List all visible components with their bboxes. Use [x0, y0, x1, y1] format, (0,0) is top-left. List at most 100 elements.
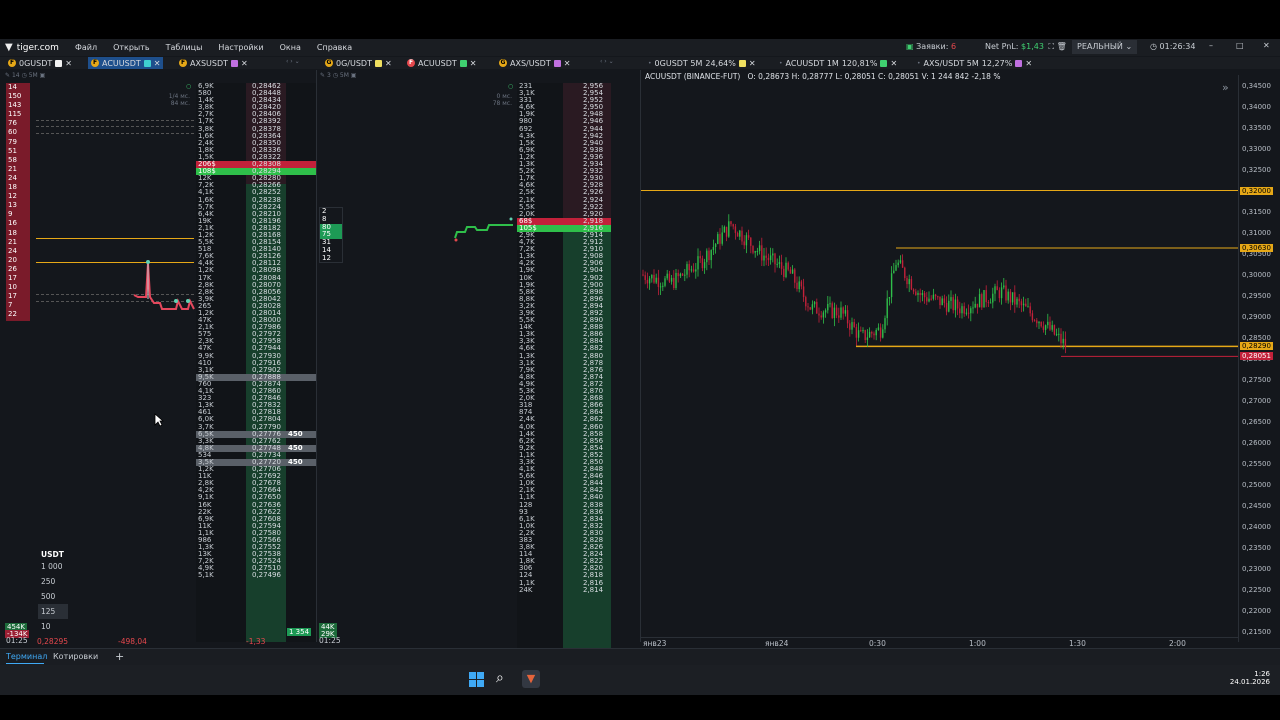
guide-line — [36, 120, 194, 121]
windows-start-icon[interactable] — [469, 672, 484, 687]
menu-open[interactable]: Открыть — [113, 43, 150, 52]
tab-terminal[interactable]: Терминал — [6, 649, 47, 664]
close-button[interactable]: ✕ — [1263, 41, 1270, 50]
usdt-option[interactable]: 10 — [38, 619, 68, 634]
tab-chart-acuusdt[interactable]: • ACUUSDT 1M 120,81% ✕ — [776, 57, 900, 69]
tab-scroll-arrows-2[interactable]: ‹ › ⌄ — [600, 58, 614, 65]
price-chart[interactable] — [641, 75, 1238, 642]
candle — [846, 310, 849, 324]
orderbook-row[interactable]: 24K 2,814 — [517, 586, 611, 594]
minimize-button[interactable]: – — [1209, 41, 1213, 50]
candle — [1044, 325, 1047, 330]
limit-order-size[interactable]: 450 — [288, 430, 303, 438]
candle — [838, 315, 840, 318]
limit-order-size[interactable]: 450 — [288, 444, 303, 452]
tab-chart-0gusdt[interactable]: • 0GUSDT 5M 24,64% ✕ — [645, 57, 759, 69]
close-icon[interactable]: ✕ — [470, 59, 477, 68]
maximize-button[interactable]: □ — [1236, 41, 1244, 50]
latency: 0 мс. 78 мс. — [472, 93, 512, 107]
price-tag-level_low: 0,28290 — [1240, 342, 1273, 351]
trade-count: 18 — [8, 228, 17, 237]
candle — [1029, 306, 1031, 314]
candle — [721, 232, 723, 244]
tab-pct: 24,64% — [705, 58, 736, 68]
search-icon[interactable]: ⌕ — [496, 670, 504, 686]
candle — [849, 323, 851, 330]
left-panel-toolbar[interactable]: ✎ 14 ◷ 5M ▣ — [5, 72, 45, 79]
price-tick: 0,33000 — [1242, 144, 1271, 153]
candle — [1000, 287, 1003, 299]
usdt-option[interactable]: 1 000 — [38, 559, 68, 574]
orderbook-row[interactable]: 5,1K 0,27496 — [196, 572, 316, 579]
close-icon[interactable]: ✕ — [1025, 59, 1032, 68]
candle — [677, 272, 679, 277]
close-icon[interactable]: ✕ — [241, 59, 248, 68]
orderbook-rows[interactable]: 231 2,956 3,1K 2,954 331 2,952 4,6K 2,950 1,9K 2,… — [517, 83, 611, 594]
expand-icon[interactable]: ⛶ — [1049, 42, 1055, 51]
tool-icon[interactable]: ✎ — [320, 72, 325, 79]
tiger-app-icon[interactable]: ▼ — [522, 670, 540, 688]
mid-panel-toolbar[interactable]: ✎ 3 ◷ 5M ▣ — [320, 72, 356, 79]
menu-windows[interactable]: Окна — [280, 43, 301, 52]
left-tape-panel[interactable]: ✎ 14 ◷ 5M ▣ 1/4 мс. 84 мс. 14 150 143 115 76… — [0, 70, 196, 646]
system-clock[interactable]: 1:26 24.01.2026 — [1200, 670, 1270, 686]
candle — [943, 298, 946, 303]
tab-label: AXS/USDT 5M — [923, 58, 979, 68]
price-axis[interactable]: 0,34500 0,34000 0,33500 0,33000 0,32500 0,320… — [1238, 75, 1280, 642]
tab-acuusdt[interactable]: F ACUUSDT ✕ — [88, 57, 164, 69]
orderbook-axs[interactable]: 231 2,956 3,1K 2,954 331 2,952 4,6K 2,950 1,9K 2,… — [517, 83, 611, 648]
close-icon[interactable]: ✕ — [65, 59, 72, 68]
candle — [827, 303, 829, 311]
candle — [666, 273, 668, 279]
close-icon[interactable]: ✕ — [154, 59, 161, 68]
add-tab-button[interactable]: + — [115, 649, 124, 664]
camera-icon[interactable]: ▣ — [351, 72, 357, 79]
usdt-size-selector[interactable]: USDT 1 000 250 500 125 10 — [38, 550, 68, 634]
menu-file[interactable]: Файл — [75, 43, 97, 52]
tab-0g-usdt[interactable]: G 0G/USDT ✕ — [322, 57, 395, 69]
tab-axs-usdt[interactable]: G AXS/USDT ✕ — [496, 57, 573, 69]
usdt-option[interactable]: 500 — [38, 589, 68, 604]
tool-icon[interactable]: ✎ — [5, 72, 10, 79]
close-icon[interactable]: ✕ — [564, 59, 571, 68]
candle — [1020, 301, 1023, 306]
tab-chart-axs[interactable]: • AXS/USDT 5M 12,27% ✕ — [914, 57, 1035, 69]
price-tick: 0,25000 — [1242, 480, 1271, 489]
tab-quotes[interactable]: Котировки — [53, 649, 98, 664]
candle — [899, 260, 902, 263]
tab-0gusdt[interactable]: F 0GUSDT ✕ — [5, 57, 75, 69]
usdt-option-selected[interactable]: 125 — [38, 604, 68, 619]
tab-scroll-arrows[interactable]: ‹ › ⌄ — [286, 58, 300, 65]
candle — [664, 278, 666, 286]
orderbook-rows[interactable]: 6,9K 0,28462 580 0,28448 1,4K 0,28434 3,8K 0,28… — [196, 83, 316, 580]
tab-axsusdt[interactable]: F AXSUSDT ✕ — [176, 57, 251, 69]
trade-count: 12 — [322, 253, 331, 262]
menu-tables[interactable]: Таблицы — [166, 43, 203, 52]
candle — [681, 273, 684, 276]
system-time: 1:26 — [1254, 670, 1270, 678]
tab-pct: 120,81% — [841, 58, 878, 68]
candle — [1058, 333, 1060, 335]
tab-acuusdt-2[interactable]: F ACUUSDT ✕ — [404, 57, 479, 69]
tape-dot — [174, 299, 178, 303]
close-icon[interactable]: ✕ — [385, 59, 392, 68]
close-icon[interactable]: ✕ — [749, 59, 756, 68]
left-time: 01:25 — [6, 636, 28, 645]
orders-widget[interactable]: ▣ Заявки: 6 — [906, 42, 956, 51]
candle — [653, 274, 655, 283]
menu-settings[interactable]: Настройки — [218, 43, 263, 52]
orderbook-acuusdt[interactable]: 6,9K 0,28462 580 0,28448 1,4K 0,28434 3,8K 0,28… — [196, 83, 316, 642]
candle — [785, 262, 787, 277]
camera-icon[interactable]: ▣ — [40, 72, 46, 79]
time-axis[interactable]: янв23 янв24 0:30 1:00 1:30 2:00 — [641, 637, 1238, 648]
menu-help[interactable]: Справка — [317, 43, 352, 52]
candle — [970, 308, 972, 314]
candle — [1016, 298, 1018, 305]
mid-tape-panel[interactable]: ✎ 3 ◷ 5M ▣ 0 мс. 78 мс. ○ 2 8 80 75 31 14 12 4… — [317, 70, 517, 642]
limit-order-size[interactable]: 450 — [288, 458, 303, 466]
close-icon[interactable]: ✕ — [890, 59, 897, 68]
usdt-option[interactable]: 250 — [38, 574, 68, 589]
gate-icon: G — [325, 59, 333, 67]
account-mode-select[interactable]: РЕАЛЬНЫЙ ⌄ — [1072, 40, 1138, 54]
trash-icon[interactable]: 🗑 — [1057, 42, 1067, 51]
